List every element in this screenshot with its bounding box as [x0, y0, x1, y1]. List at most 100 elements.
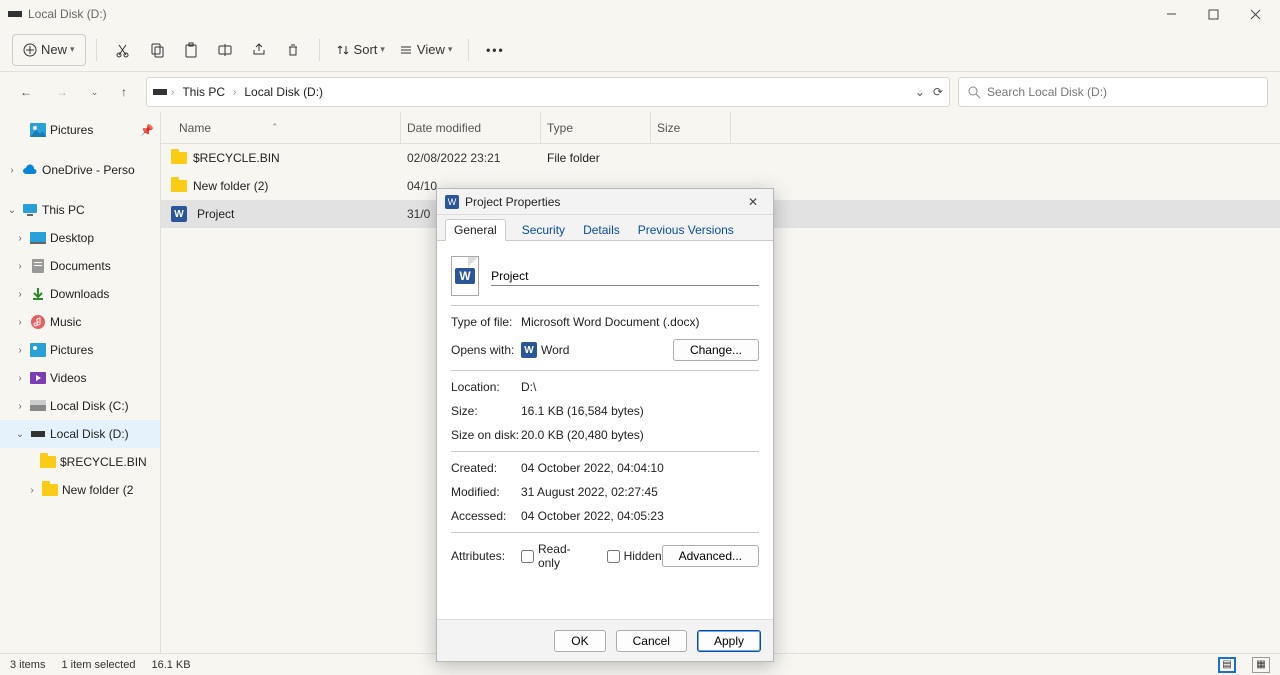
- expand-icon[interactable]: ›: [14, 289, 26, 300]
- file-row[interactable]: $RECYCLE.BIN 02/08/2022 23:21 File folde…: [161, 144, 1280, 172]
- sidebar-item-pictures[interactable]: › Pictures: [0, 336, 160, 364]
- chevron-down-icon[interactable]: ⌄: [915, 85, 925, 99]
- folder-icon: [40, 454, 56, 470]
- chevron-down-icon: ▾: [380, 44, 385, 55]
- sidebar-item-pictures-quick[interactable]: Pictures 📌: [0, 116, 160, 144]
- more-button[interactable]: •••: [479, 34, 511, 66]
- sidebar-label: $RECYCLE.BIN: [60, 455, 147, 469]
- sidebar-label: Downloads: [50, 287, 109, 301]
- sort-indicator-icon: ⌃: [271, 122, 279, 133]
- breadcrumb-item[interactable]: This PC: [178, 83, 229, 101]
- view-button[interactable]: View ▾: [393, 34, 458, 66]
- expand-icon[interactable]: ›: [14, 317, 26, 328]
- expand-icon[interactable]: ›: [6, 165, 18, 176]
- details-view-button[interactable]: ▤: [1218, 657, 1236, 673]
- documents-icon: [30, 258, 46, 274]
- column-name[interactable]: Name⌃: [161, 112, 401, 143]
- cut-button[interactable]: [107, 34, 139, 66]
- rename-button[interactable]: [209, 34, 241, 66]
- expand-icon[interactable]: ›: [14, 373, 26, 384]
- collapse-icon[interactable]: ⌄: [6, 205, 18, 216]
- column-size[interactable]: Size: [651, 112, 731, 143]
- paste-button[interactable]: [175, 34, 207, 66]
- up-button[interactable]: ↑: [110, 78, 138, 106]
- refresh-icon[interactable]: ⟳: [933, 85, 943, 99]
- created-value: 04 October 2022, 04:04:10: [521, 461, 759, 475]
- sidebar-label: Local Disk (C:): [50, 399, 129, 413]
- sidebar-label: Pictures: [50, 123, 93, 137]
- modified-label: Modified:: [451, 485, 521, 499]
- type-label: Type of file:: [451, 315, 521, 329]
- status-count: 3 items: [10, 659, 45, 671]
- column-date[interactable]: Date modified: [401, 112, 541, 143]
- sidebar-item-music[interactable]: › Music: [0, 308, 160, 336]
- column-type[interactable]: Type: [541, 112, 651, 143]
- ok-button[interactable]: OK: [554, 630, 605, 652]
- apply-button[interactable]: Apply: [697, 630, 761, 652]
- desktop-icon: [30, 230, 46, 246]
- cancel-button[interactable]: Cancel: [616, 630, 687, 652]
- tab-details[interactable]: Details: [581, 220, 622, 240]
- file-type: File folder: [541, 151, 651, 165]
- sidebar-item-videos[interactable]: › Videos: [0, 364, 160, 392]
- search-icon: [967, 85, 981, 99]
- change-button[interactable]: Change...: [673, 339, 759, 361]
- file-name: $RECYCLE.BIN: [193, 151, 280, 165]
- file-name: Project: [197, 207, 234, 221]
- maximize-button[interactable]: [1192, 0, 1234, 28]
- delete-button[interactable]: [277, 34, 309, 66]
- status-selection: 1 item selected: [61, 659, 135, 671]
- back-button[interactable]: ←: [12, 78, 40, 106]
- view-label: View: [417, 42, 445, 57]
- readonly-checkbox[interactable]: Read-only: [521, 542, 593, 570]
- titlebar: Local Disk (D:): [0, 0, 1280, 28]
- new-button[interactable]: New ▾: [12, 34, 86, 66]
- tab-versions[interactable]: Previous Versions: [636, 220, 736, 240]
- minimize-button[interactable]: [1150, 0, 1192, 28]
- dialog-tabs: General Security Details Previous Versio…: [437, 215, 773, 241]
- created-label: Created:: [451, 461, 521, 475]
- column-headers: Name⌃ Date modified Type Size: [161, 112, 1280, 144]
- thumbnails-view-button[interactable]: ▦: [1252, 657, 1270, 673]
- sidebar-item-recycle[interactable]: $RECYCLE.BIN: [0, 448, 160, 476]
- sidebar-item-thispc[interactable]: ⌄ This PC: [0, 196, 160, 224]
- sidebar-label: Music: [50, 315, 81, 329]
- expand-icon[interactable]: ›: [14, 233, 26, 244]
- sidebar-item-documents[interactable]: › Documents: [0, 252, 160, 280]
- disk-icon: [30, 426, 46, 442]
- sort-button[interactable]: Sort ▾: [330, 34, 391, 66]
- hidden-checkbox[interactable]: Hidden: [607, 549, 662, 563]
- sidebar-item-desktop[interactable]: › Desktop: [0, 224, 160, 252]
- collapse-icon[interactable]: ⌄: [14, 429, 26, 440]
- sidebar-item-diskd[interactable]: ⌄ Local Disk (D:): [0, 420, 160, 448]
- recent-button[interactable]: ⌄: [84, 78, 102, 106]
- close-button[interactable]: [1234, 0, 1276, 28]
- word-icon: W: [171, 206, 187, 222]
- tab-general[interactable]: General: [445, 219, 506, 241]
- expand-icon[interactable]: ›: [26, 485, 38, 496]
- forward-button[interactable]: →: [48, 78, 76, 106]
- search-input[interactable]: Search Local Disk (D:): [958, 77, 1268, 107]
- advanced-button[interactable]: Advanced...: [662, 545, 759, 567]
- sidebar-item-onedrive[interactable]: › OneDrive - Perso: [0, 156, 160, 184]
- breadcrumb[interactable]: › This PC › Local Disk (D:) ⌄ ⟳: [146, 77, 950, 107]
- sidebar-item-newfolder[interactable]: › New folder (2: [0, 476, 160, 504]
- pin-icon: 📌: [140, 124, 154, 137]
- filename-input[interactable]: [491, 267, 759, 286]
- tab-security[interactable]: Security: [520, 220, 567, 240]
- expand-icon[interactable]: ›: [14, 345, 26, 356]
- copy-button[interactable]: [141, 34, 173, 66]
- dialog-close-button[interactable]: ✕: [741, 192, 765, 212]
- videos-icon: [30, 370, 46, 386]
- sidebar-label: OneDrive - Perso: [42, 163, 135, 177]
- sidebar-label: Desktop: [50, 231, 94, 245]
- sidebar: Pictures 📌 › OneDrive - Perso ⌄ This PC …: [0, 112, 160, 653]
- sidebar-item-downloads[interactable]: › Downloads: [0, 280, 160, 308]
- share-button[interactable]: [243, 34, 275, 66]
- size-label: Size:: [451, 404, 521, 418]
- expand-icon[interactable]: ›: [14, 401, 26, 412]
- expand-icon[interactable]: ›: [14, 261, 26, 272]
- breadcrumb-item[interactable]: Local Disk (D:): [240, 83, 327, 101]
- sidebar-item-diskc[interactable]: › Local Disk (C:): [0, 392, 160, 420]
- window-title: Local Disk (D:): [28, 7, 107, 21]
